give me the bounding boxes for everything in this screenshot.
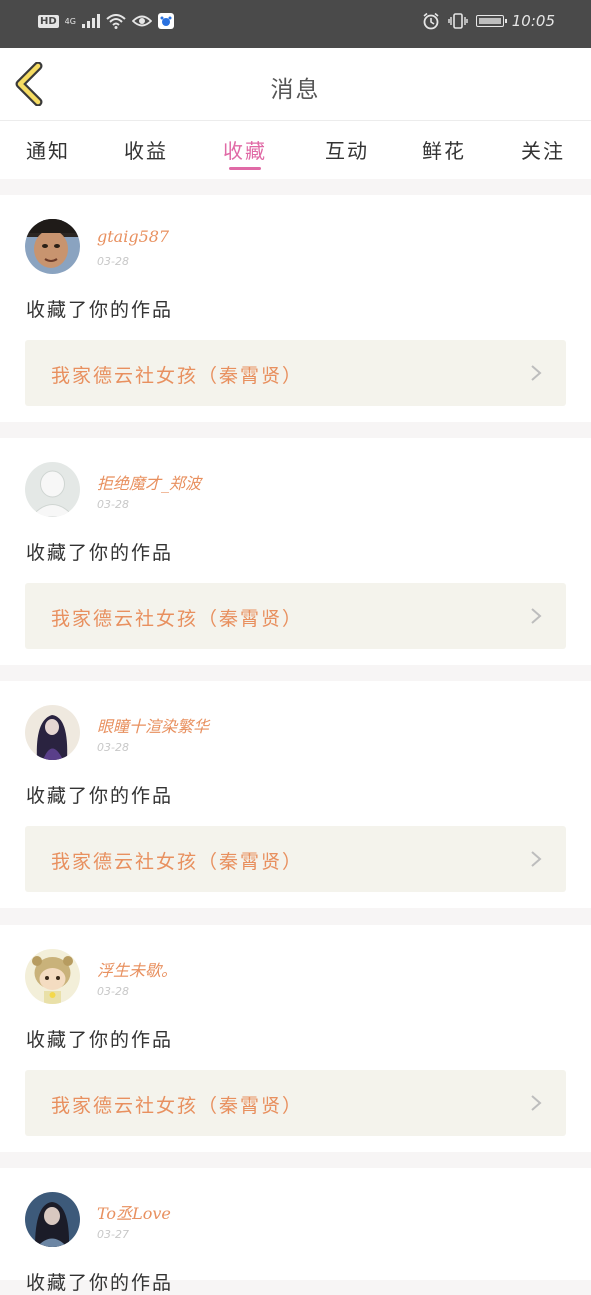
message-action: 收藏了你的作品: [26, 785, 174, 807]
status-left: HD 4G: [38, 13, 174, 29]
status-right: 10:05: [422, 12, 555, 30]
alarm-icon: [423, 12, 439, 30]
avatar[interactable]: [25, 1192, 80, 1247]
message-card: 眼瞳十渲染繁华 03-28 收藏了你的作品 我家德云社女孩（秦霄贤）: [0, 681, 591, 908]
chevron-right-icon: [531, 1095, 542, 1111]
message-card: 拒绝魔才_郑波 03-28 收藏了你的作品 我家德云社女孩（秦霄贤）: [0, 438, 591, 665]
message-date: 03-27: [97, 1228, 129, 1241]
work-title: 我家德云社女孩（秦霄贤）: [51, 851, 304, 873]
work-title: 我家德云社女孩（秦霄贤）: [51, 1095, 304, 1117]
avatar[interactable]: [25, 219, 80, 274]
chevron-right-icon: [531, 851, 542, 867]
vibrate-icon: [448, 13, 468, 29]
message-date: 03-28: [97, 255, 129, 268]
tab-notifications[interactable]: 通知: [26, 135, 70, 164]
avatar[interactable]: [25, 462, 80, 517]
chevron-right-icon: [531, 608, 542, 624]
message-date: 03-28: [97, 741, 129, 754]
message-action: 收藏了你的作品: [26, 299, 174, 321]
active-tab-indicator: [229, 167, 261, 170]
network-type: 4G: [64, 16, 76, 26]
work-title: 我家德云社女孩（秦霄贤）: [51, 365, 304, 387]
clock: 10:05: [511, 12, 555, 30]
message-card: 浮生未歇。 03-28 收藏了你的作品 我家德云社女孩（秦霄贤）: [0, 925, 591, 1152]
username[interactable]: 拒绝魔才_郑波: [97, 470, 201, 494]
chevron-right-icon: [531, 365, 542, 381]
avatar[interactable]: [25, 705, 80, 760]
baidu-app-icon: [157, 13, 174, 29]
message-date: 03-28: [97, 985, 129, 998]
username[interactable]: 眼瞳十渲染繁华: [97, 713, 209, 737]
username[interactable]: gtaig587: [97, 227, 169, 246]
tab-interactions[interactable]: 互动: [325, 135, 369, 164]
message-action: 收藏了你的作品: [26, 1029, 174, 1051]
message-card: To丞Love 03-27 收藏了你的作品: [0, 1168, 591, 1294]
avatar[interactable]: [25, 949, 80, 1004]
page-title: 消息: [270, 77, 321, 103]
message-action: 收藏了你的作品: [26, 1272, 174, 1294]
work-link[interactable]: 我家德云社女孩（秦霄贤）: [25, 1070, 566, 1136]
tab-earnings[interactable]: 收益: [124, 135, 168, 164]
username[interactable]: To丞Love: [97, 1200, 171, 1224]
eye-icon: [131, 15, 152, 27]
wifi-icon: [106, 13, 126, 29]
tab-bar: 通知 收益 收藏 互动 鲜花 关注: [0, 121, 591, 179]
message-card: gtaig587 03-28 收藏了你的作品 我家德云社女孩（秦霄贤）: [0, 195, 591, 422]
signal-icon: [81, 14, 100, 28]
message-date: 03-28: [97, 498, 129, 511]
work-link[interactable]: 我家德云社女孩（秦霄贤）: [25, 340, 566, 406]
work-link[interactable]: 我家德云社女孩（秦霄贤）: [25, 826, 566, 892]
tab-following[interactable]: 关注: [521, 135, 565, 164]
tab-favorites[interactable]: 收藏: [223, 135, 267, 164]
tab-flowers[interactable]: 鲜花: [422, 135, 466, 164]
message-action: 收藏了你的作品: [26, 542, 174, 564]
battery-icon: [475, 15, 507, 27]
app-header: 消息: [0, 48, 591, 121]
work-title: 我家德云社女孩（秦霄贤）: [51, 608, 304, 630]
hd-badge: HD: [38, 14, 59, 28]
status-bar: HD 4G 10:05: [0, 0, 591, 48]
work-link[interactable]: 我家德云社女孩（秦霄贤）: [25, 583, 566, 649]
username[interactable]: 浮生未歇。: [97, 957, 177, 981]
